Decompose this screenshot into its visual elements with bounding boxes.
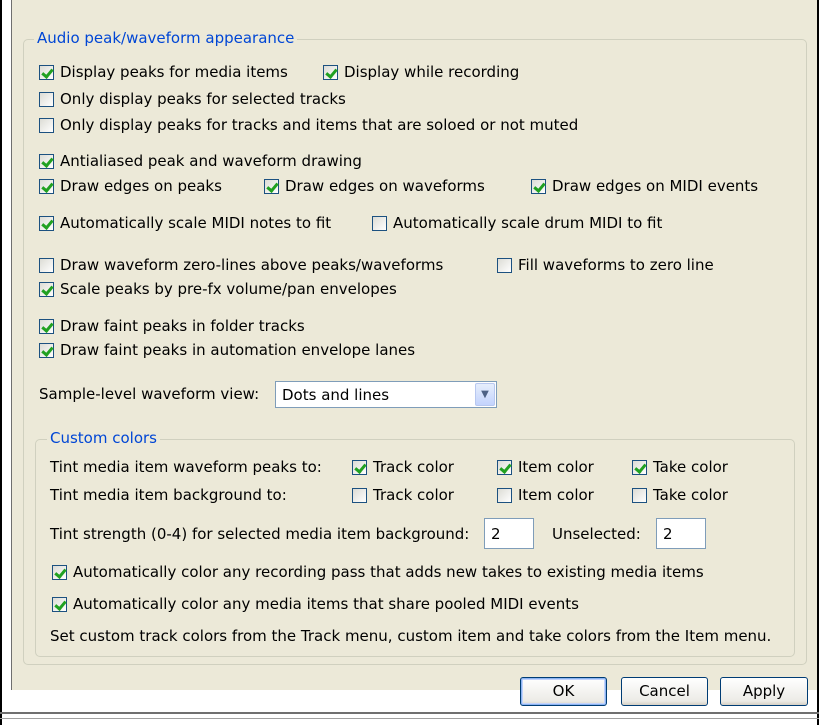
checkbox-label: Scale peaks by pre-fx volume/pan envelop… — [60, 280, 397, 298]
tint-bg-track-checkbox[interactable]: Track color — [352, 486, 454, 504]
panel-left-edge — [11, 0, 12, 690]
checkbox-label: Draw edges on MIDI events — [552, 177, 759, 195]
checkbox-label: Draw edges on peaks — [60, 177, 222, 195]
checkbox-indicator — [39, 178, 54, 194]
fill-zero-checkbox[interactable]: Fill waveforms to zero line — [497, 256, 714, 274]
antialiased-checkbox[interactable]: Antialiased peak and waveform drawing — [39, 152, 362, 170]
checkbox-label: Take color — [653, 458, 728, 476]
checkbox-label: Automatically scale MIDI notes to fit — [60, 214, 332, 232]
checkbox-label: Track color — [373, 486, 454, 504]
tint-peaks-label: Tint media item waveform peaks to: — [50, 458, 322, 476]
faint-automation-checkbox[interactable]: Draw faint peaks in automation envelope … — [39, 341, 415, 359]
window-left-border — [0, 0, 2, 725]
checkbox-label: Automatically color any recording pass t… — [73, 563, 704, 581]
bottom-divider-shadow — [0, 718, 819, 719]
edges-midi-checkbox[interactable]: Draw edges on MIDI events — [531, 177, 758, 195]
unselected-label: Unselected: — [552, 525, 641, 543]
checkbox-indicator — [39, 318, 54, 334]
checkbox-label: Display while recording — [344, 63, 520, 81]
checkbox-indicator — [39, 257, 54, 273]
checkbox-indicator — [39, 281, 54, 297]
checkbox-label: Only display peaks for selected tracks — [60, 90, 346, 108]
only-soloed-checkbox[interactable]: Only display peaks for tracks and items … — [39, 116, 578, 134]
auto-color-recording-checkbox[interactable]: Automatically color any recording pass t… — [52, 563, 704, 581]
cancel-button[interactable]: Cancel — [621, 677, 708, 706]
checkbox-indicator — [531, 178, 546, 194]
checkbox-label: Item color — [518, 458, 594, 476]
sample-level-dropdown[interactable]: Dots and lines ▼ — [275, 381, 497, 408]
checkbox-indicator — [39, 342, 54, 358]
scale-drum-checkbox[interactable]: Automatically scale drum MIDI to fit — [372, 214, 662, 232]
checkbox-label: Draw edges on waveforms — [285, 177, 485, 195]
checkbox-indicator — [52, 596, 67, 612]
custom-colors-note: Set custom track colors from the Track m… — [50, 627, 772, 645]
checkbox-label: Item color — [518, 486, 594, 504]
checkbox-indicator — [352, 487, 367, 503]
only-selected-tracks-checkbox[interactable]: Only display peaks for selected tracks — [39, 90, 346, 108]
tint-strength-label: Tint strength (0-4) for selected media i… — [50, 525, 470, 543]
checkbox-label: Track color — [373, 458, 454, 476]
checkbox-label: Fill waveforms to zero line — [518, 256, 714, 274]
sample-level-label: Sample-level waveform view: — [39, 385, 260, 403]
checkbox-indicator — [352, 459, 367, 475]
custom-colors-legend: Custom colors — [47, 429, 160, 447]
checkbox-label: Only display peaks for tracks and items … — [60, 116, 579, 134]
checkbox-label: Display peaks for media items — [60, 63, 288, 81]
checkbox-indicator — [39, 64, 54, 80]
checkbox-indicator — [632, 459, 647, 475]
checkbox-label: Automatically color any media items that… — [73, 595, 579, 613]
auto-color-pooled-checkbox[interactable]: Automatically color any media items that… — [52, 595, 579, 613]
checkbox-indicator — [52, 564, 67, 580]
faint-folder-checkbox[interactable]: Draw faint peaks in folder tracks — [39, 317, 305, 335]
edges-peaks-checkbox[interactable]: Draw edges on peaks — [39, 177, 222, 195]
checkbox-indicator — [497, 487, 512, 503]
tint-peaks-take-checkbox[interactable]: Take color — [632, 458, 728, 476]
checkbox-indicator — [39, 153, 54, 169]
sample-level-value: Dots and lines — [282, 385, 390, 404]
chevron-down-icon[interactable]: ▼ — [475, 383, 495, 406]
checkbox-indicator — [497, 459, 512, 475]
unselected-input[interactable] — [656, 518, 706, 549]
peaks-group-legend: Audio peak/waveform appearance — [34, 29, 298, 47]
checkbox-label: Automatically scale drum MIDI to fit — [393, 214, 663, 232]
scale-midi-checkbox[interactable]: Automatically scale MIDI notes to fit — [39, 214, 331, 232]
display-peaks-checkbox[interactable]: Display peaks for media items — [39, 63, 288, 81]
checkbox-indicator — [632, 487, 647, 503]
display-while-recording-checkbox[interactable]: Display while recording — [323, 63, 519, 81]
checkbox-label: Draw faint peaks in automation envelope … — [60, 341, 416, 359]
tint-bg-label: Tint media item background to: — [50, 486, 287, 504]
checkbox-indicator — [372, 215, 387, 231]
bottom-divider — [0, 712, 819, 714]
tint-peaks-item-checkbox[interactable]: Item color — [497, 458, 594, 476]
tint-peaks-track-checkbox[interactable]: Track color — [352, 458, 454, 476]
checkbox-indicator — [39, 215, 54, 231]
edges-waveforms-checkbox[interactable]: Draw edges on waveforms — [264, 177, 485, 195]
checkbox-label: Draw waveform zero-lines above peaks/wav… — [60, 256, 444, 274]
zero-lines-checkbox[interactable]: Draw waveform zero-lines above peaks/wav… — [39, 256, 443, 274]
apply-button[interactable]: Apply — [720, 677, 808, 706]
ok-button[interactable]: OK — [520, 677, 607, 706]
checkbox-indicator — [39, 91, 54, 107]
tint-bg-take-checkbox[interactable]: Take color — [632, 486, 728, 504]
tint-strength-input[interactable] — [484, 518, 534, 549]
checkbox-label: Draw faint peaks in folder tracks — [60, 317, 305, 335]
checkbox-label: Antialiased peak and waveform drawing — [60, 152, 362, 170]
scale-prefx-checkbox[interactable]: Scale peaks by pre-fx volume/pan envelop… — [39, 280, 397, 298]
checkbox-indicator — [264, 178, 279, 194]
checkbox-indicator — [323, 64, 338, 80]
checkbox-label: Take color — [653, 486, 728, 504]
checkbox-indicator — [497, 257, 512, 273]
checkbox-indicator — [39, 117, 54, 133]
tint-bg-item-checkbox[interactable]: Item color — [497, 486, 594, 504]
